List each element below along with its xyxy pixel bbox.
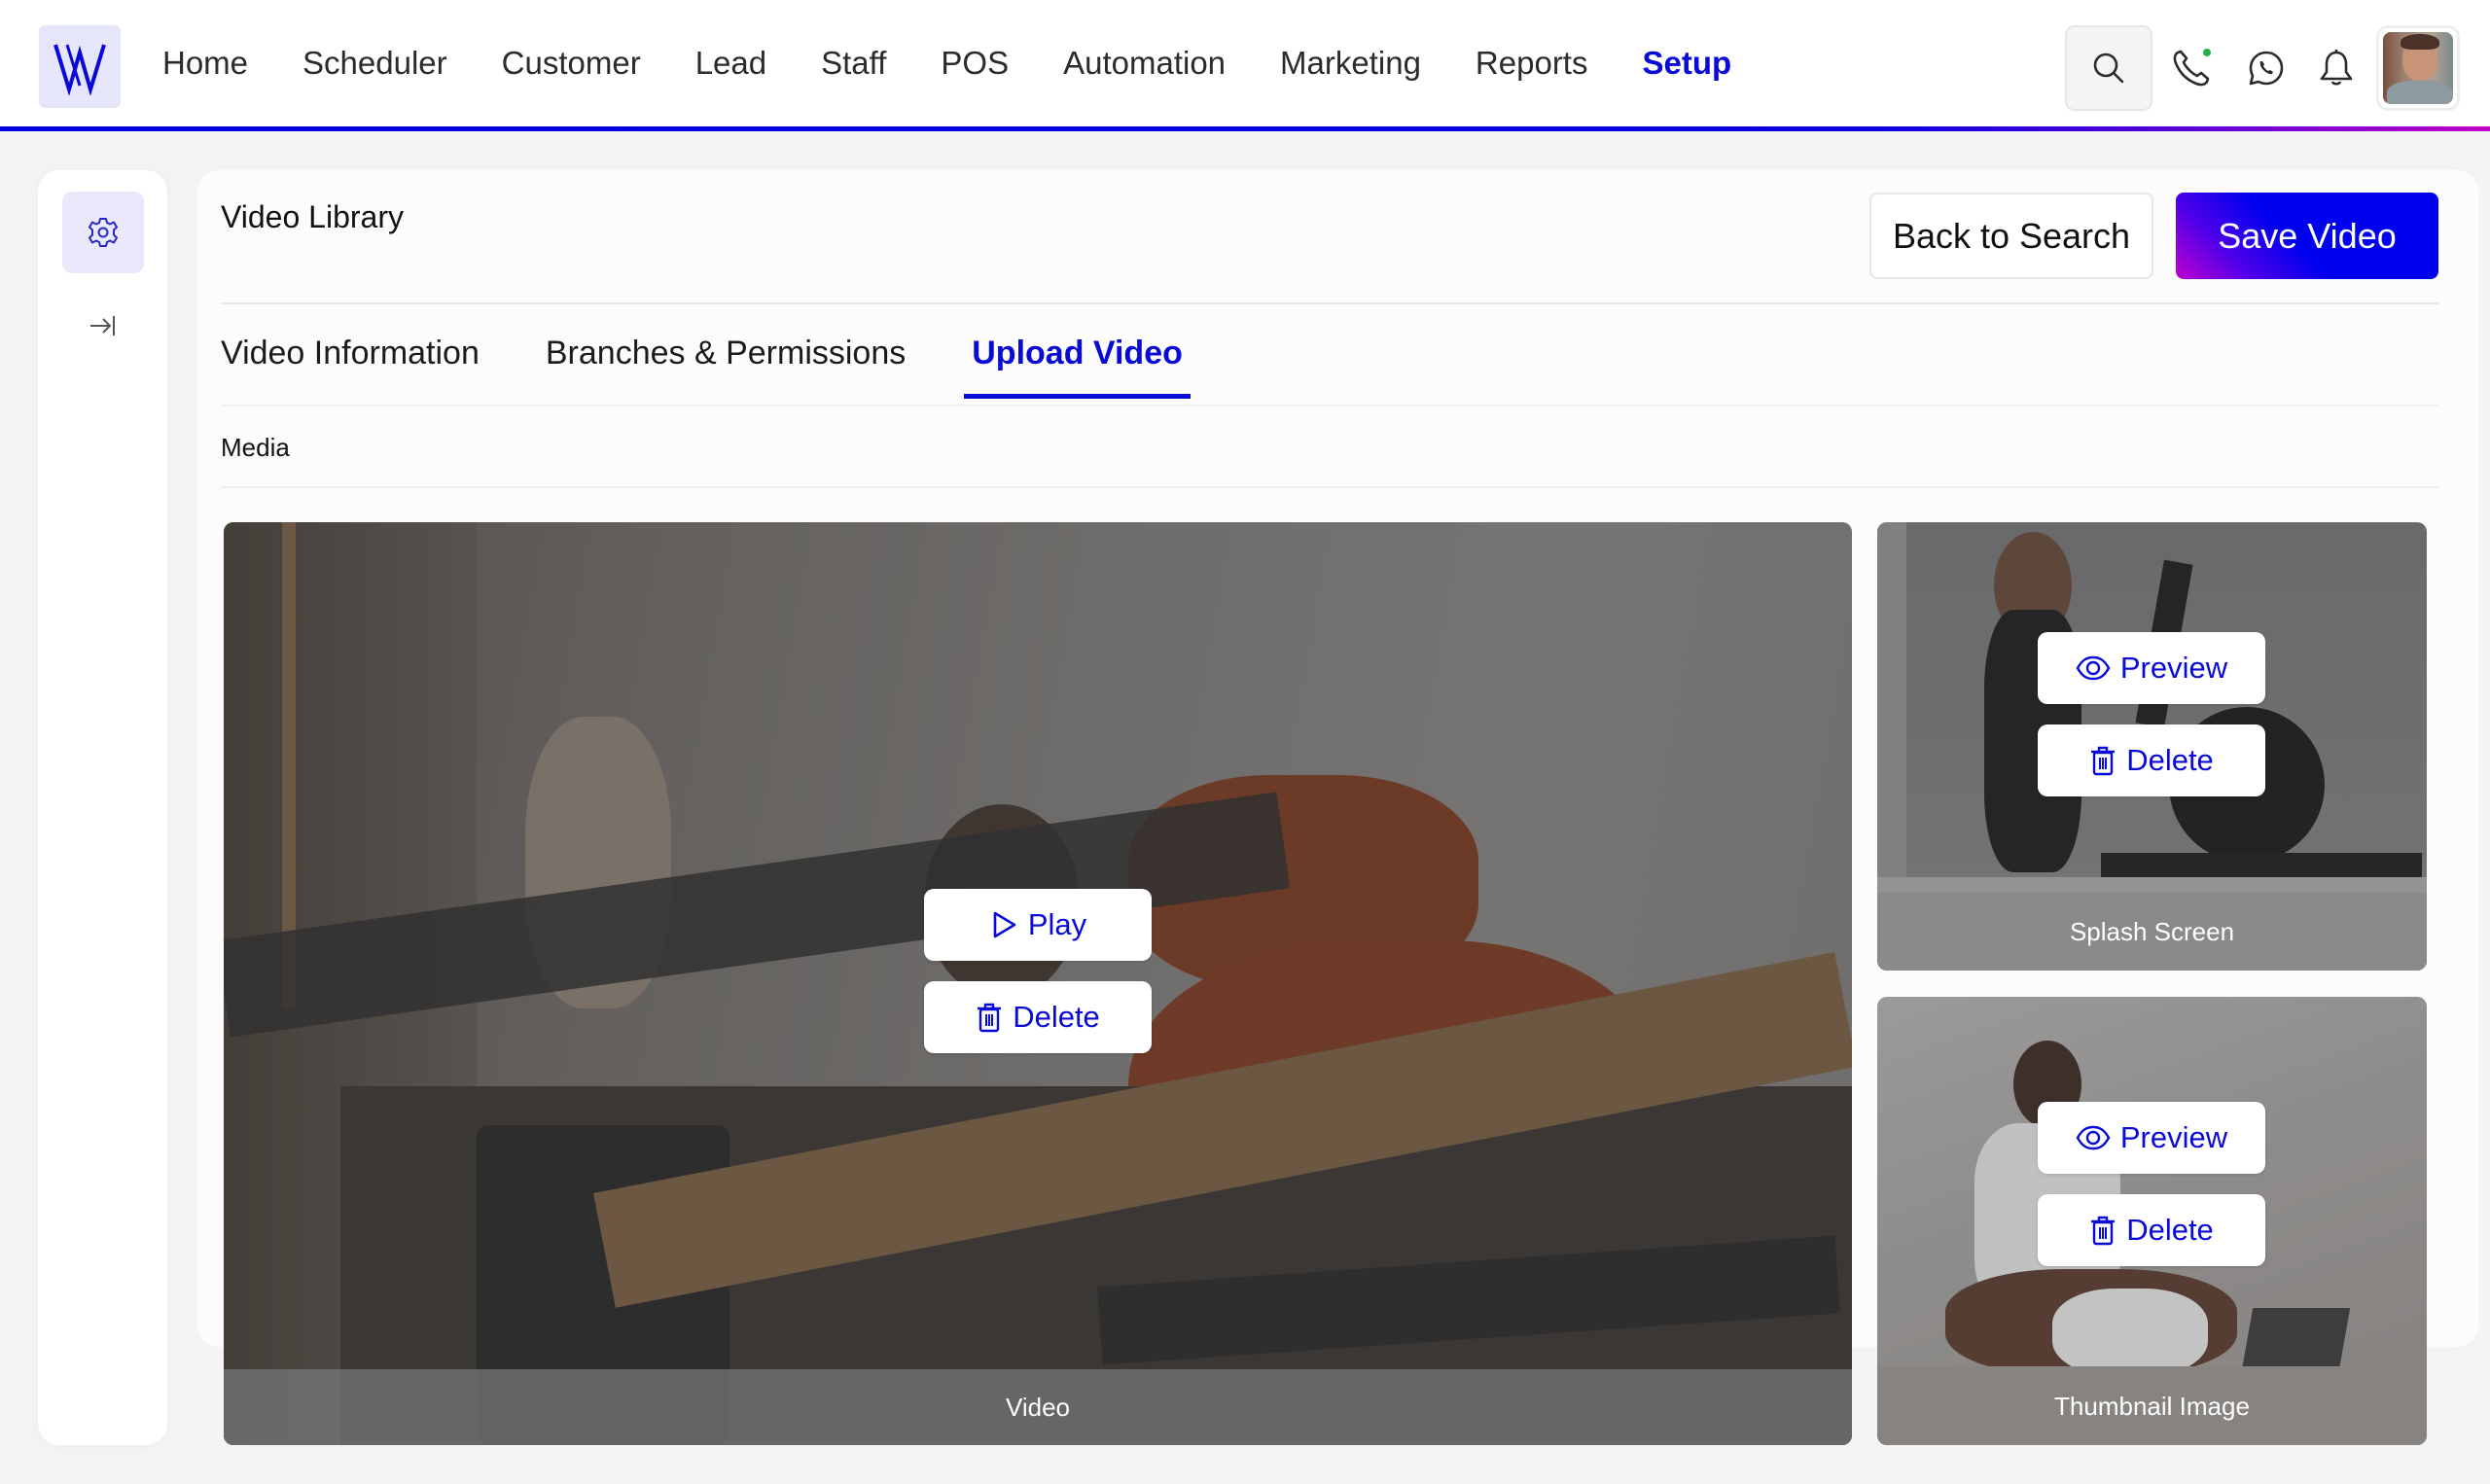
avatar-photo [2383, 32, 2453, 104]
delete-label: Delete [1013, 1000, 1100, 1034]
splash-caption: Splash Screen [1877, 893, 2427, 971]
delete-splash-button[interactable]: Delete [2038, 724, 2265, 796]
tabs-divider [221, 405, 2438, 406]
sidebar [38, 170, 167, 1445]
search-button[interactable] [2065, 25, 2152, 111]
play-video-button[interactable]: Play [924, 889, 1152, 961]
trash-icon [2091, 1216, 2116, 1246]
save-video-button[interactable]: Save Video [2176, 193, 2438, 279]
sidebar-expand-toggle[interactable] [79, 306, 127, 345]
nav-automation[interactable]: Automation [1063, 45, 1226, 82]
notifications-button[interactable] [2307, 25, 2366, 111]
thumbnail-caption: Thumbnail Image [1877, 1367, 2427, 1445]
tab-bar: Video Information Branches & Permissions… [221, 326, 1241, 404]
trash-icon [978, 1003, 1002, 1033]
section-divider [221, 486, 2438, 488]
nav-marketing[interactable]: Marketing [1280, 45, 1421, 82]
delete-thumbnail-button[interactable]: Delete [2038, 1194, 2265, 1266]
preview-label: Preview [2119, 651, 2228, 685]
top-header: Home Scheduler Customer Lead Staff POS A… [0, 0, 2490, 126]
nav-reports[interactable]: Reports [1476, 45, 1588, 82]
nav-pos[interactable]: POS [941, 45, 1009, 82]
nav-setup[interactable]: Setup [1642, 45, 1731, 82]
play-icon [993, 911, 1016, 938]
tab-branches-permissions[interactable]: Branches & Permissions [538, 326, 913, 404]
thumbnail-card: Preview Delete Thumbnail Image [1877, 997, 2427, 1445]
phone-icon [2173, 49, 2211, 87]
video-caption: Video [224, 1369, 1852, 1445]
delete-label: Delete [2126, 1213, 2214, 1247]
video-card: Play Delete Video [224, 522, 1852, 1445]
app-logo[interactable] [39, 25, 121, 108]
whatsapp-icon [2249, 51, 2284, 86]
search-icon [2093, 53, 2124, 84]
section-label-media: Media [221, 433, 290, 462]
expand-sidebar-icon [90, 316, 115, 336]
nav-scheduler[interactable]: Scheduler [302, 45, 447, 82]
nav-customer[interactable]: Customer [502, 45, 641, 82]
delete-video-button[interactable]: Delete [924, 981, 1152, 1053]
page-title: Video Library [221, 199, 404, 234]
sidebar-item-settings[interactable] [62, 192, 144, 273]
back-to-search-button[interactable]: Back to Search [1869, 193, 2153, 279]
phone-button[interactable] [2162, 25, 2221, 111]
phone-status-dot [2203, 49, 2211, 56]
nav-lead[interactable]: Lead [695, 45, 766, 82]
play-label: Play [1027, 907, 1087, 941]
eye-icon [2076, 1125, 2111, 1150]
eye-icon [2076, 655, 2111, 681]
tab-upload-video[interactable]: Upload Video [964, 326, 1191, 404]
whatsapp-button[interactable] [2237, 25, 2295, 111]
preview-splash-button[interactable]: Preview [2038, 632, 2265, 704]
preview-label: Preview [2119, 1120, 2228, 1154]
gear-icon [89, 218, 118, 247]
header-accent-line [0, 126, 2490, 131]
delete-label: Delete [2126, 743, 2214, 777]
nav-staff[interactable]: Staff [821, 45, 886, 82]
preview-thumbnail-button[interactable]: Preview [2038, 1102, 2265, 1174]
splash-screen-card: Preview Delete Splash Screen [1877, 522, 2427, 971]
bell-icon [2320, 50, 2353, 86]
tab-video-information[interactable]: Video Information [221, 326, 487, 404]
main-nav: Home Scheduler Customer Lead Staff POS A… [162, 0, 1786, 126]
header-divider [221, 302, 2438, 304]
user-avatar[interactable] [2376, 25, 2460, 111]
logo-w-icon [53, 43, 106, 95]
nav-home[interactable]: Home [162, 45, 248, 82]
trash-icon [2091, 746, 2116, 776]
